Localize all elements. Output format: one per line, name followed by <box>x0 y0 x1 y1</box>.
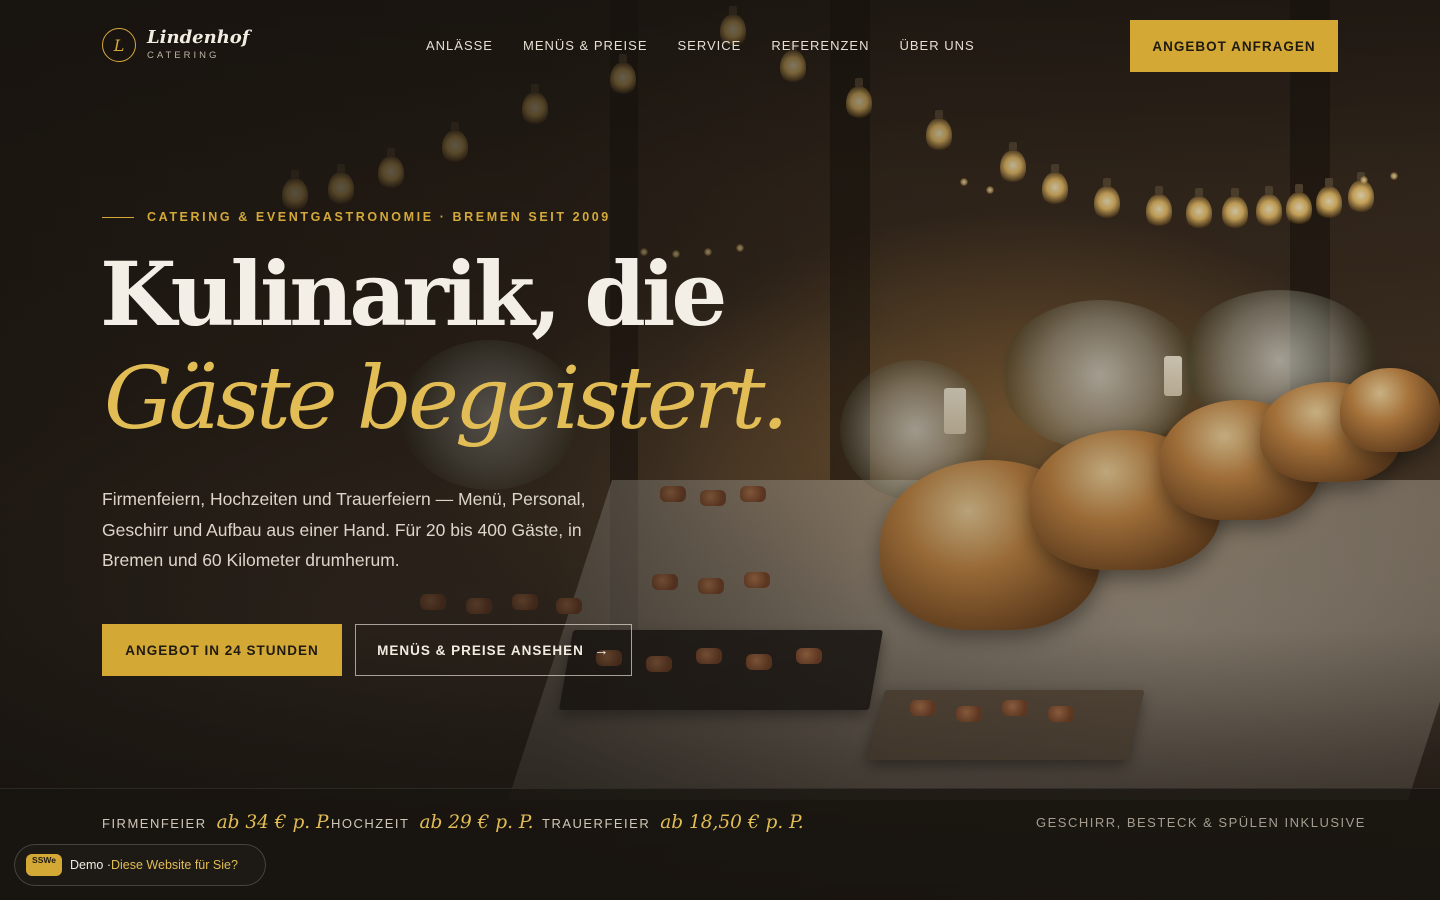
hero-headline-accent: Gäste begeistert. <box>104 349 789 449</box>
eyebrow-divider <box>102 216 134 218</box>
nav-item-referenzen[interactable]: REFERENZEN <box>771 38 869 53</box>
eyebrow-text: CATERING & EVENTGASTRONOMIE · BREMEN SEI… <box>147 210 611 224</box>
inclusive-note: GESCHIRR, BESTECK & SPÜLEN INKLUSIVE <box>1036 815 1366 830</box>
price-label: HOCHZEIT <box>331 816 410 831</box>
view-menus-prices-button[interactable]: MENÜS & PREISE ANSEHEN → <box>355 624 632 676</box>
price-value: ab 29 € p. P. <box>419 812 534 833</box>
brand-logo[interactable]: L Lindenhof CATERING <box>102 28 250 62</box>
ssw-logo-icon: SSWe <box>26 854 62 876</box>
hero-eyebrow: CATERING & EVENTGASTRONOMIE · BREMEN SEI… <box>102 210 611 224</box>
nav-item-menues-preise[interactable]: MENÜS & PREISE <box>523 38 648 53</box>
offer-24h-button[interactable]: ANGEBOT IN 24 STUNDEN <box>102 624 342 676</box>
site-header: L Lindenhof CATERING ANLÄSSE MENÜS & PRE… <box>0 0 1440 92</box>
arrow-right-icon: → <box>593 641 610 659</box>
nav-item-ueber-uns[interactable]: ÜBER UNS <box>899 38 974 53</box>
demo-label: Demo · <box>70 858 111 872</box>
demo-link[interactable]: Diese Website für Sie? <box>111 858 238 872</box>
main-navigation: ANLÄSSE MENÜS & PREISE SERVICE REFERENZE… <box>426 38 975 53</box>
price-label: FIRMENFEIER <box>102 816 207 831</box>
price-item-trauerfeier: TRAUERFEIER ab 18,50 € p. P. <box>542 812 804 833</box>
hero-lead-text: Firmenfeiern, Hochzeiten und Trauerfeier… <box>102 489 586 570</box>
demo-badge[interactable]: SSWe Demo · Diese Website für Sie? <box>14 844 266 886</box>
price-label: TRAUERFEIER <box>542 816 651 831</box>
nav-item-service[interactable]: SERVICE <box>678 38 742 53</box>
view-menus-prices-label: MENÜS & PREISE ANSEHEN <box>377 642 584 658</box>
brand-subtitle: CATERING <box>147 50 220 62</box>
price-item-hochzeit: HOCHZEIT ab 29 € p. P. <box>331 812 533 833</box>
hero-dark-overlay <box>0 0 1440 900</box>
logo-monogram-icon: L <box>102 28 136 62</box>
brand-name: Lindenhof <box>147 27 250 49</box>
logo-wordmark: Lindenhof CATERING <box>147 29 250 61</box>
request-offer-button[interactable]: ANGEBOT ANFRAGEN <box>1130 20 1338 72</box>
price-value: ab 18,50 € p. P. <box>660 812 804 833</box>
hero-headline: Kulinarik, die <box>100 242 727 346</box>
nav-item-anlaesse[interactable]: ANLÄSSE <box>426 38 493 53</box>
price-item-firmenfeier: FIRMENFEIER ab 34 € p. P. <box>102 812 331 833</box>
price-value: ab 34 € p. P. <box>216 812 331 833</box>
